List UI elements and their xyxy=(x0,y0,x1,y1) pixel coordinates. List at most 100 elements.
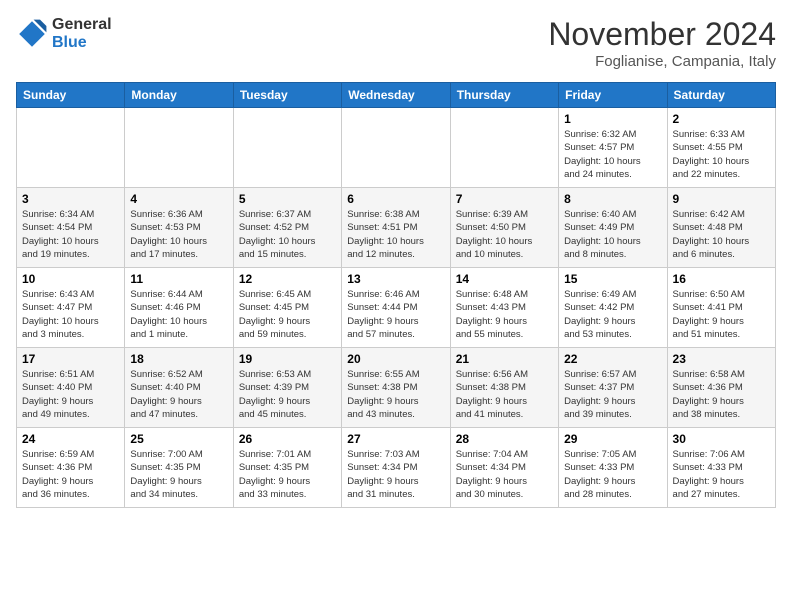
calendar-cell: 7 Sunrise: 6:39 AM Sunset: 4:50 PM Daylig… xyxy=(450,188,558,268)
day-info: Sunrise: 6:49 AM Sunset: 4:42 PM Dayligh… xyxy=(564,288,661,341)
logo-icon xyxy=(16,18,48,50)
title-area: November 2024 Foglianise, Campania, Ital… xyxy=(548,16,776,70)
day-info: Sunrise: 6:39 AM Sunset: 4:50 PM Dayligh… xyxy=(456,208,553,261)
day-info: Sunrise: 6:46 AM Sunset: 4:44 PM Dayligh… xyxy=(347,288,444,341)
calendar-cell: 4 Sunrise: 6:36 AM Sunset: 4:53 PM Daylig… xyxy=(125,188,233,268)
day-number: 24 xyxy=(22,432,119,446)
day-info: Sunrise: 6:34 AM Sunset: 4:54 PM Dayligh… xyxy=(22,208,119,261)
calendar-week: 10 Sunrise: 6:43 AM Sunset: 4:47 PM Dayli… xyxy=(17,268,776,348)
calendar-week: 1 Sunrise: 6:32 AM Sunset: 4:57 PM Daylig… xyxy=(17,108,776,188)
calendar-cell: 13 Sunrise: 6:46 AM Sunset: 4:44 PM Dayli… xyxy=(342,268,450,348)
day-number: 7 xyxy=(456,192,553,206)
day-info: Sunrise: 6:48 AM Sunset: 4:43 PM Dayligh… xyxy=(456,288,553,341)
day-info: Sunrise: 6:57 AM Sunset: 4:37 PM Dayligh… xyxy=(564,368,661,421)
calendar-cell: 20 Sunrise: 6:55 AM Sunset: 4:38 PM Dayli… xyxy=(342,348,450,428)
calendar-cell: 17 Sunrise: 6:51 AM Sunset: 4:40 PM Dayli… xyxy=(17,348,125,428)
logo: General Blue xyxy=(16,16,112,52)
calendar-cell: 5Sunrise: 6:37 AM Sunset: 4:52 PM Daylig… xyxy=(233,188,341,268)
calendar-cell: 3Sunrise: 6:34 AM Sunset: 4:54 PM Daylig… xyxy=(17,188,125,268)
day-info: Sunrise: 6:45 AM Sunset: 4:45 PM Dayligh… xyxy=(239,288,336,341)
weekday-label: Sunday xyxy=(17,83,125,108)
day-number: 11 xyxy=(130,272,227,286)
weekday-header: SundayMondayTuesdayWednesdayThursdayFrid… xyxy=(17,83,776,108)
day-number: 6 xyxy=(347,192,444,206)
day-number: 1 xyxy=(564,112,661,126)
calendar-cell: 14Sunrise: 6:48 AM Sunset: 4:43 PM Dayli… xyxy=(450,268,558,348)
calendar-cell: 25 Sunrise: 7:00 AM Sunset: 4:35 PM Dayli… xyxy=(125,428,233,508)
day-number: 23 xyxy=(673,352,770,366)
day-info: Sunrise: 6:56 AM Sunset: 4:38 PM Dayligh… xyxy=(456,368,553,421)
day-info: Sunrise: 7:04 AM Sunset: 4:34 PM Dayligh… xyxy=(456,448,553,501)
calendar-body: 1 Sunrise: 6:32 AM Sunset: 4:57 PM Daylig… xyxy=(17,108,776,508)
day-info: Sunrise: 6:51 AM Sunset: 4:40 PM Dayligh… xyxy=(22,368,119,421)
logo-text: General Blue xyxy=(52,16,112,52)
day-info: Sunrise: 6:44 AM Sunset: 4:46 PM Dayligh… xyxy=(130,288,227,341)
day-info: Sunrise: 6:52 AM Sunset: 4:40 PM Dayligh… xyxy=(130,368,227,421)
day-number: 21 xyxy=(456,352,553,366)
calendar-cell: 16Sunrise: 6:50 AM Sunset: 4:41 PM Dayli… xyxy=(667,268,775,348)
calendar-week: 24 Sunrise: 6:59 AM Sunset: 4:36 PM Dayli… xyxy=(17,428,776,508)
calendar-cell xyxy=(342,108,450,188)
calendar-cell: 29 Sunrise: 7:05 AM Sunset: 4:33 PM Dayli… xyxy=(559,428,667,508)
calendar-cell xyxy=(17,108,125,188)
day-number: 13 xyxy=(347,272,444,286)
calendar-cell xyxy=(233,108,341,188)
day-number: 17 xyxy=(22,352,119,366)
calendar-week: 3Sunrise: 6:34 AM Sunset: 4:54 PM Daylig… xyxy=(17,188,776,268)
day-info: Sunrise: 6:32 AM Sunset: 4:57 PM Dayligh… xyxy=(564,128,661,181)
weekday-label: Wednesday xyxy=(342,83,450,108)
day-number: 27 xyxy=(347,432,444,446)
day-info: Sunrise: 6:58 AM Sunset: 4:36 PM Dayligh… xyxy=(673,368,770,421)
day-number: 20 xyxy=(347,352,444,366)
day-info: Sunrise: 6:59 AM Sunset: 4:36 PM Dayligh… xyxy=(22,448,119,501)
day-number: 22 xyxy=(564,352,661,366)
day-info: Sunrise: 6:53 AM Sunset: 4:39 PM Dayligh… xyxy=(239,368,336,421)
day-number: 16 xyxy=(673,272,770,286)
day-info: Sunrise: 6:38 AM Sunset: 4:51 PM Dayligh… xyxy=(347,208,444,261)
day-info: Sunrise: 6:36 AM Sunset: 4:53 PM Dayligh… xyxy=(130,208,227,261)
calendar-cell: 22 Sunrise: 6:57 AM Sunset: 4:37 PM Dayli… xyxy=(559,348,667,428)
weekday-label: Tuesday xyxy=(233,83,341,108)
day-number: 12 xyxy=(239,272,336,286)
day-info: Sunrise: 6:33 AM Sunset: 4:55 PM Dayligh… xyxy=(673,128,770,181)
day-info: Sunrise: 6:40 AM Sunset: 4:49 PM Dayligh… xyxy=(564,208,661,261)
calendar-cell: 9 Sunrise: 6:42 AM Sunset: 4:48 PM Daylig… xyxy=(667,188,775,268)
day-info: Sunrise: 7:03 AM Sunset: 4:34 PM Dayligh… xyxy=(347,448,444,501)
calendar-subtitle: Foglianise, Campania, Italy xyxy=(548,53,776,70)
day-number: 29 xyxy=(564,432,661,446)
calendar-cell: 23 Sunrise: 6:58 AM Sunset: 4:36 PM Dayli… xyxy=(667,348,775,428)
calendar-cell: 6 Sunrise: 6:38 AM Sunset: 4:51 PM Daylig… xyxy=(342,188,450,268)
day-number: 10 xyxy=(22,272,119,286)
calendar-cell: 19 Sunrise: 6:53 AM Sunset: 4:39 PM Dayli… xyxy=(233,348,341,428)
calendar-cell: 27 Sunrise: 7:03 AM Sunset: 4:34 PM Dayli… xyxy=(342,428,450,508)
day-info: Sunrise: 6:37 AM Sunset: 4:52 PM Dayligh… xyxy=(239,208,336,261)
day-info: Sunrise: 6:42 AM Sunset: 4:48 PM Dayligh… xyxy=(673,208,770,261)
weekday-label: Thursday xyxy=(450,83,558,108)
day-info: Sunrise: 6:43 AM Sunset: 4:47 PM Dayligh… xyxy=(22,288,119,341)
day-number: 15 xyxy=(564,272,661,286)
calendar-cell: 24 Sunrise: 6:59 AM Sunset: 4:36 PM Dayli… xyxy=(17,428,125,508)
calendar-cell: 2 Sunrise: 6:33 AM Sunset: 4:55 PM Daylig… xyxy=(667,108,775,188)
calendar-cell: 1 Sunrise: 6:32 AM Sunset: 4:57 PM Daylig… xyxy=(559,108,667,188)
day-number: 9 xyxy=(673,192,770,206)
day-number: 26 xyxy=(239,432,336,446)
calendar-title: November 2024 xyxy=(548,16,776,53)
day-info: Sunrise: 7:00 AM Sunset: 4:35 PM Dayligh… xyxy=(130,448,227,501)
day-number: 18 xyxy=(130,352,227,366)
day-number: 2 xyxy=(673,112,770,126)
day-number: 25 xyxy=(130,432,227,446)
day-number: 19 xyxy=(239,352,336,366)
day-info: Sunrise: 7:05 AM Sunset: 4:33 PM Dayligh… xyxy=(564,448,661,501)
day-number: 30 xyxy=(673,432,770,446)
calendar-week: 17 Sunrise: 6:51 AM Sunset: 4:40 PM Dayli… xyxy=(17,348,776,428)
weekday-label: Friday xyxy=(559,83,667,108)
weekday-label: Monday xyxy=(125,83,233,108)
calendar-cell: 26Sunrise: 7:01 AM Sunset: 4:35 PM Dayli… xyxy=(233,428,341,508)
calendar-cell: 30 Sunrise: 7:06 AM Sunset: 4:33 PM Dayli… xyxy=(667,428,775,508)
day-number: 4 xyxy=(130,192,227,206)
calendar-cell: 15 Sunrise: 6:49 AM Sunset: 4:42 PM Dayli… xyxy=(559,268,667,348)
calendar-cell: 28Sunrise: 7:04 AM Sunset: 4:34 PM Dayli… xyxy=(450,428,558,508)
day-info: Sunrise: 7:06 AM Sunset: 4:33 PM Dayligh… xyxy=(673,448,770,501)
day-info: Sunrise: 6:55 AM Sunset: 4:38 PM Dayligh… xyxy=(347,368,444,421)
header: General Blue November 2024 Foglianise, C… xyxy=(16,16,776,70)
